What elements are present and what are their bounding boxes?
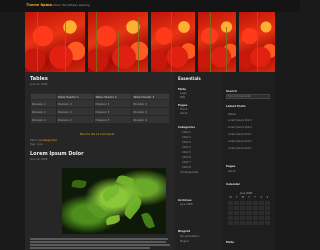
post-date: June 24, 2008 bbox=[30, 82, 48, 86]
latest-post-link[interactable]: Lorem Ipsum Dolor bbox=[228, 133, 252, 136]
header-image-panel bbox=[88, 12, 148, 72]
table-row: Division 1 Division 2 Division 3 Divisio… bbox=[30, 115, 170, 124]
widget-heading: Archives bbox=[178, 198, 192, 202]
widget-heading: Calendar bbox=[226, 182, 241, 186]
sidebar-link[interactable]: Child 6 bbox=[182, 156, 191, 159]
table-cell: Division 1 bbox=[30, 107, 57, 116]
widget-heading: Pages bbox=[226, 164, 236, 168]
table-cell: Division 4 bbox=[131, 107, 170, 116]
latest-post-link[interactable]: Lorem Ipsum Dolor bbox=[228, 119, 252, 122]
sidebar-link[interactable]: Child 4 bbox=[182, 146, 191, 149]
table-cell: Division 2 bbox=[55, 115, 95, 124]
table-row: Division 1 Division 2 Division 3 Divisio… bbox=[30, 99, 170, 108]
post-tags: Tags: none bbox=[30, 143, 43, 146]
calendar: M T W T F S S bbox=[226, 196, 272, 226]
table-cell: Division 2 bbox=[55, 99, 95, 108]
table-cell: Division 3 bbox=[93, 115, 133, 124]
table-row: Division 1 Division 2 Division 3 Divisio… bbox=[30, 107, 170, 116]
essentials-title: Essentials bbox=[178, 76, 201, 81]
table-cell: Division 3 bbox=[93, 107, 133, 116]
table-cell: Division 4 bbox=[131, 115, 170, 124]
post-meta: Filed in Uncategorized bbox=[30, 139, 57, 142]
sidebar-link[interactable]: RSS bbox=[180, 96, 185, 99]
header-image-panel bbox=[25, 12, 85, 72]
table-cell: Division 1 bbox=[30, 115, 57, 124]
meta-prefix: Filed in bbox=[30, 139, 39, 142]
sidebar-link[interactable]: June 2008 bbox=[180, 203, 193, 206]
latest-post-link[interactable]: Lorem Ipsum Dolor bbox=[228, 140, 252, 143]
sidebar-link[interactable]: Child 1 bbox=[182, 131, 191, 134]
sidebar-link[interactable]: Login bbox=[180, 92, 187, 95]
header-image-panel bbox=[198, 12, 236, 72]
table-cell: Division 3 bbox=[93, 99, 133, 108]
latest-post-link[interactable]: Lorem Ipsum Dolor bbox=[228, 126, 252, 129]
site-tagline: Just another WordPress weblog bbox=[43, 3, 90, 8]
search-input[interactable]: Type and press enter bbox=[226, 94, 270, 99]
widget-heading: Search bbox=[226, 89, 237, 93]
sidebar-link[interactable]: Plugins bbox=[180, 240, 189, 243]
sidebar-link[interactable]: About bbox=[228, 170, 235, 173]
widget-heading: Categories bbox=[178, 125, 195, 129]
comments-link[interactable]: Bend to the 11 Comments bbox=[80, 133, 114, 136]
calendar-week bbox=[226, 219, 272, 226]
sidebar-link[interactable]: Home bbox=[180, 108, 187, 111]
post-title[interactable]: Lorem Ipsum Dolor bbox=[30, 151, 84, 157]
table-cell: Division 1 bbox=[30, 99, 57, 108]
sidebar-link[interactable]: Uncategorized bbox=[180, 171, 198, 174]
sidebar-link[interactable]: Child 5 bbox=[182, 151, 191, 154]
table-cell: Division 2 bbox=[55, 107, 95, 116]
sidebar-link[interactable]: Documentation bbox=[180, 235, 199, 238]
widget-heading: Blogroll bbox=[178, 229, 191, 233]
post-excerpt-line bbox=[30, 247, 150, 249]
table-cell: Division 4 bbox=[131, 99, 170, 108]
post-excerpt-line bbox=[30, 244, 170, 246]
sidebar-link[interactable]: Child 3 bbox=[182, 141, 191, 144]
sidebar-link[interactable]: Child 2 bbox=[182, 136, 191, 139]
category-link[interactable]: Uncategorized bbox=[39, 139, 56, 142]
header-image-panel bbox=[151, 12, 195, 72]
sidebar-link[interactable]: Child 7 bbox=[182, 161, 191, 164]
header-image-panel bbox=[239, 12, 275, 72]
post-excerpt-line bbox=[30, 238, 168, 240]
sidebar-link[interactable]: About bbox=[180, 112, 187, 115]
widget-heading: Meta bbox=[226, 240, 234, 244]
post-table: Table Header 1 Table Header 2 Table Head… bbox=[30, 93, 170, 124]
post-excerpt-line bbox=[30, 241, 166, 243]
latest-post-link[interactable]: Lorem Ipsum Dolor bbox=[228, 147, 252, 150]
sidebar-link[interactable]: Child 8 bbox=[182, 166, 191, 169]
post-date: June 24, 2008 bbox=[30, 157, 48, 161]
post-title[interactable]: Tables bbox=[30, 76, 48, 82]
widget-heading: Latest Posts bbox=[226, 104, 246, 108]
post-image bbox=[62, 168, 166, 234]
latest-post-link[interactable]: Tables bbox=[228, 113, 236, 116]
header-banner bbox=[25, 12, 275, 72]
calendar-caption: June 2008 bbox=[240, 192, 253, 195]
widget-heading: Pages bbox=[178, 103, 188, 107]
widget-heading: Meta bbox=[178, 87, 186, 91]
